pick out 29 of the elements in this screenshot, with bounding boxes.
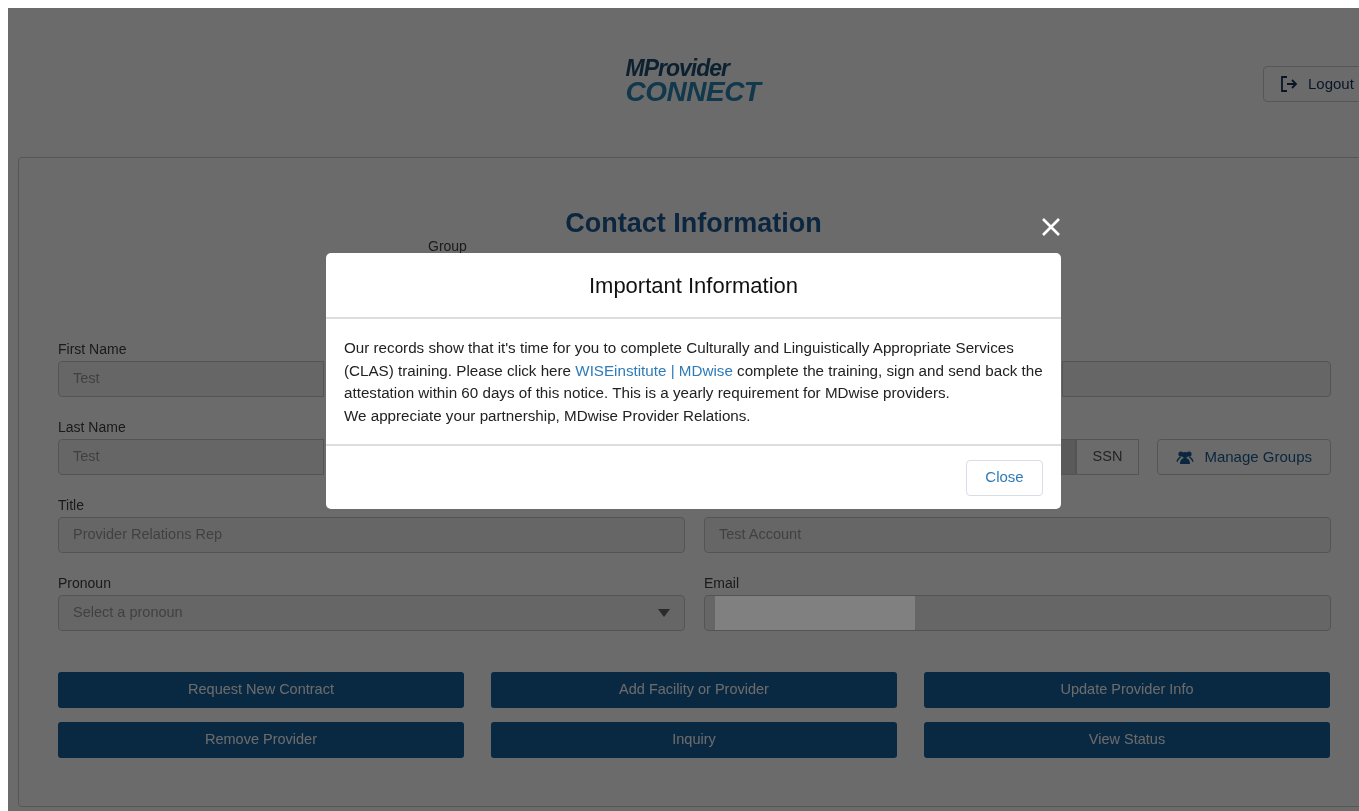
field-label: Pronoun bbox=[58, 575, 111, 591]
field-label: Group bbox=[428, 238, 467, 254]
page-title: Contact Information bbox=[565, 208, 822, 238]
modal-title: Important Information bbox=[588, 271, 799, 300]
input-field[interactable] bbox=[1062, 361, 1331, 397]
toggle-option[interactable]: SSN bbox=[1075, 439, 1140, 475]
action-button[interactable]: Request New Contract bbox=[58, 672, 464, 708]
field-label: Title bbox=[58, 497, 84, 513]
dropdown-icon bbox=[658, 609, 670, 617]
close-icon[interactable] bbox=[1041, 217, 1061, 237]
action-button[interactable]: View Status bbox=[924, 722, 1330, 758]
logo-text: CONNECT bbox=[625, 78, 761, 104]
action-button[interactable]: Inquiry bbox=[491, 722, 897, 758]
action-button[interactable]: Update Provider Info bbox=[924, 672, 1330, 708]
logo-text: MProvider bbox=[625, 58, 732, 79]
field-label: Email bbox=[704, 575, 739, 591]
manage-groups-button[interactable]: Manage Groups bbox=[1157, 439, 1331, 475]
field-label: Last Name bbox=[58, 419, 126, 435]
training-link[interactable]: WISEinstitute | MDwise bbox=[575, 361, 733, 379]
action-button[interactable]: Remove Provider bbox=[58, 722, 464, 758]
logout-button[interactable]: Logout bbox=[1263, 66, 1359, 102]
action-button[interactable]: Add Facility or Provider bbox=[491, 672, 897, 708]
notice-text: Our records show that it's time for you to complete Culturally and Linguistically Appropriate Services (CLAS) training. Please click here WISEinstitute | MDwise complete the training, sign and send back the attestation within 60 days of this notice. This is a yearly requirement for MDwise providers. bbox=[344, 338, 1044, 403]
input-field[interactable] bbox=[704, 595, 1331, 631]
logout-icon bbox=[1280, 75, 1298, 93]
group-icon bbox=[1176, 449, 1195, 465]
close-button[interactable]: Close bbox=[966, 459, 1043, 496]
notice-text: We appreciate your partnership, MDwise Provider Relations. bbox=[344, 405, 752, 426]
field-label: First Name bbox=[58, 341, 127, 357]
